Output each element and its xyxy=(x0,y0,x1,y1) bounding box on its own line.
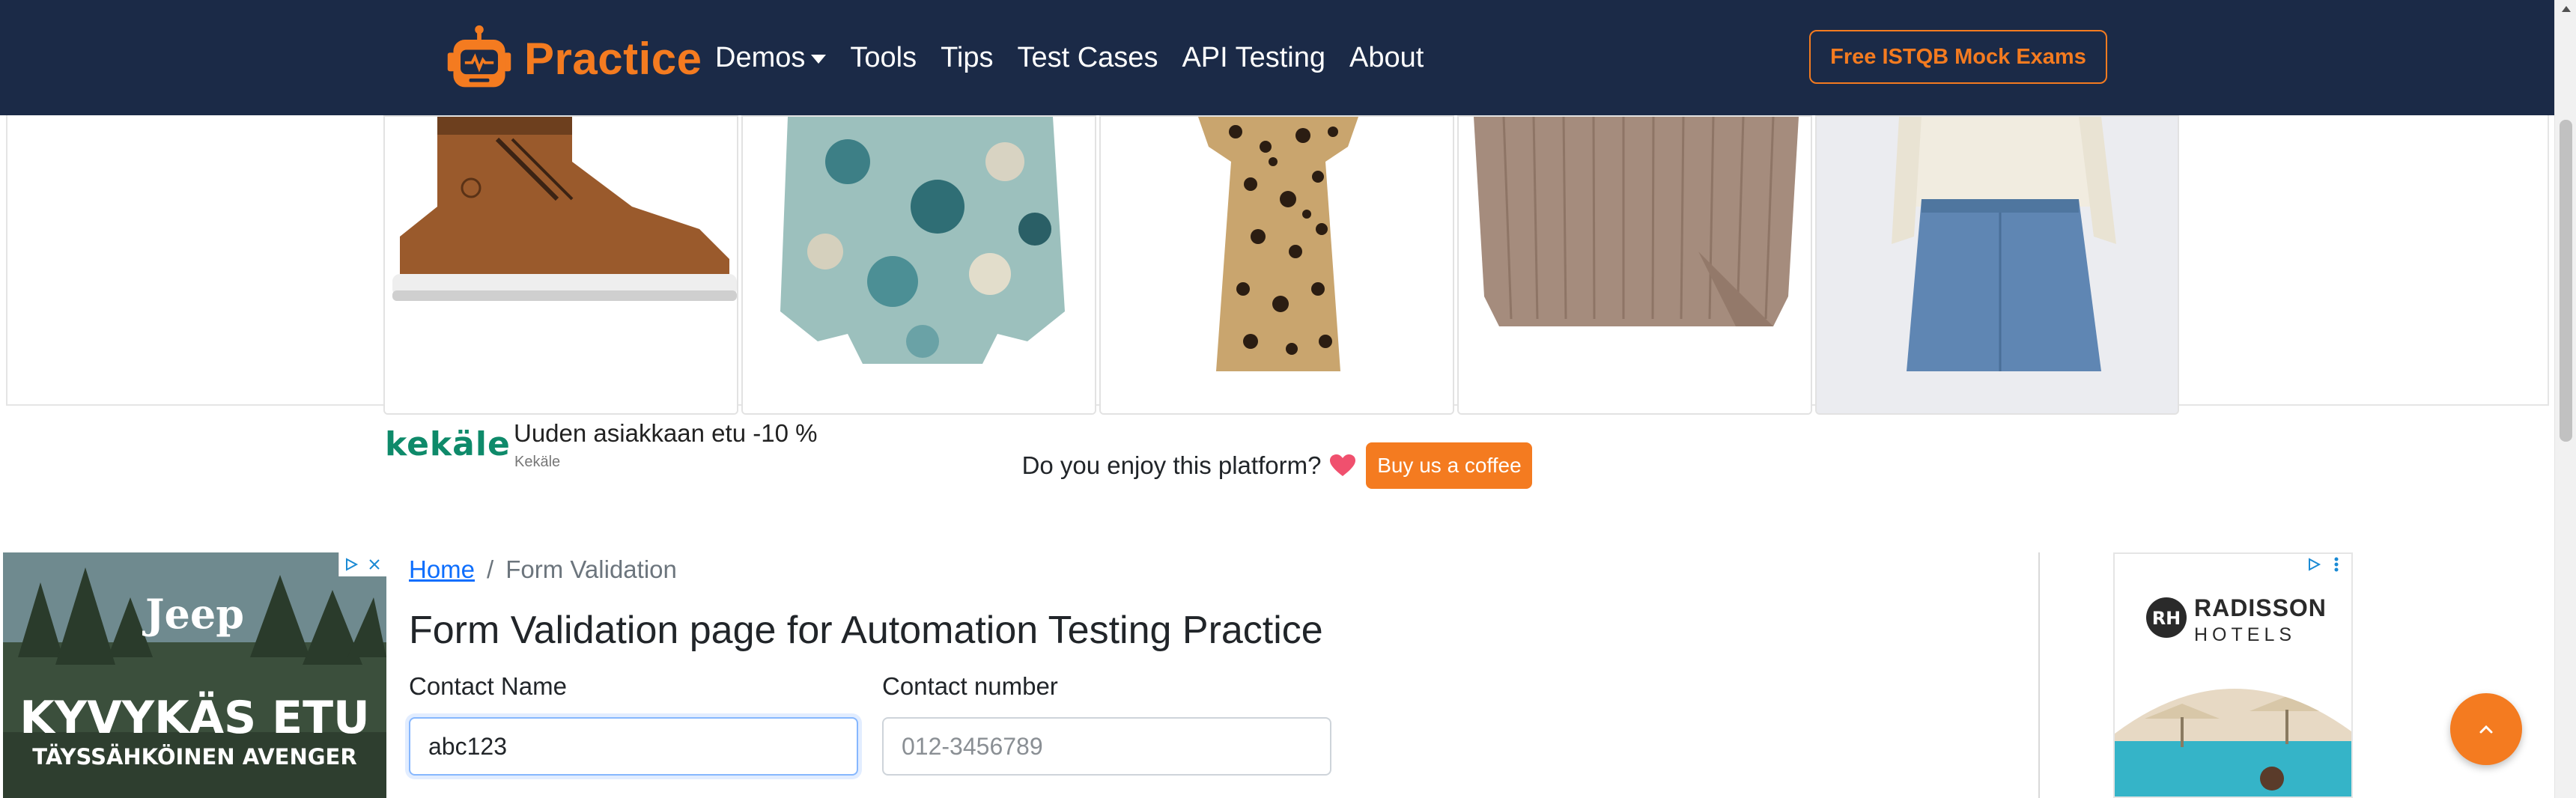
contact-number-input[interactable] xyxy=(882,717,1331,776)
product-ad-banner: kekäle Uuden asiakkaan etu -10 % Kekäle xyxy=(6,75,2549,470)
support-row: Do you enjoy this platform? Buy us a cof… xyxy=(0,442,2554,490)
robot-icon xyxy=(447,25,511,88)
pool-image xyxy=(2115,689,2351,797)
leopard-dress-image xyxy=(1101,117,1453,413)
content-divider xyxy=(2038,552,2040,798)
knit-sweater-image xyxy=(1459,117,1811,413)
ad-product-floral-blouse[interactable] xyxy=(741,115,1096,415)
breadcrumb-home-link[interactable]: Home xyxy=(409,555,475,584)
left-ad-subheadline: TÄYSSÄHKÖINEN AVENGER xyxy=(32,744,357,770)
adchoices-icon[interactable] xyxy=(338,552,362,576)
floral-blouse-image xyxy=(743,117,1095,413)
nav-tips[interactable]: Tips xyxy=(941,42,993,74)
radisson-logo-icon: RH xyxy=(2146,597,2187,638)
jeep-logo: Jeep xyxy=(145,590,245,638)
buy-coffee-button[interactable]: Buy us a coffee xyxy=(1366,442,1533,489)
radisson-brand: RADISSON xyxy=(2194,594,2327,621)
breadcrumb-separator: / xyxy=(487,555,494,583)
left-side-ad[interactable]: Jeep KYVYKÄS ETU TÄYSSÄHKÖINEN AVENGER xyxy=(3,552,386,798)
radisson-sub: HOTELS xyxy=(2194,624,2297,645)
chevron-up-icon xyxy=(2479,725,2493,734)
istqb-mock-exams-button[interactable]: Free ISTQB Mock Exams xyxy=(1809,30,2107,84)
close-ad-icon[interactable] xyxy=(362,552,386,576)
ad-product-denim-skirt[interactable] xyxy=(1815,115,2179,415)
denim-skirt-image xyxy=(1817,117,2178,413)
ad-product-knit-sweater[interactable] xyxy=(1457,115,1812,415)
page-scrollbar[interactable] xyxy=(2554,0,2576,798)
scroll-up-arrow-icon[interactable] xyxy=(2562,6,2571,12)
nav-test-cases[interactable]: Test Cases xyxy=(1017,42,1158,74)
nav-demos-dropdown[interactable]: Demos xyxy=(715,42,827,74)
contact-number-label: Contact number xyxy=(882,672,1058,700)
svg-text:RH: RH xyxy=(2152,608,2181,629)
enjoy-text: Do you enjoy this platform? xyxy=(1021,451,1322,479)
chevron-down-icon xyxy=(811,55,827,64)
heart-icon xyxy=(1330,454,1356,476)
contact-name-input[interactable] xyxy=(409,717,858,776)
breadcrumb: Home / Form Validation xyxy=(409,555,677,584)
ad-product-boot[interactable] xyxy=(383,115,738,415)
nav-api-testing[interactable]: API Testing xyxy=(1182,42,1325,74)
right-side-ad[interactable]: RH RADISSON HOTELS xyxy=(2113,552,2353,798)
scrollbar-thumb[interactable] xyxy=(2560,120,2572,442)
ad-product-leopard-dress[interactable] xyxy=(1099,115,1454,415)
boot-image xyxy=(385,117,737,413)
more-options-icon[interactable] xyxy=(2332,555,2341,573)
scroll-to-top-button[interactable] xyxy=(2450,693,2522,765)
page-title: Form Validation page for Automation Test… xyxy=(409,609,1323,652)
nav-tools[interactable]: Tools xyxy=(850,42,917,74)
contact-name-label: Contact Name xyxy=(409,672,567,700)
nav-about[interactable]: About xyxy=(1349,42,1424,74)
nav-links: Demos Tools Tips Test Cases API Testing … xyxy=(715,0,1448,115)
top-navbar: Practice Demos Tools Tips Test Cases API… xyxy=(0,0,2554,115)
brand-logo[interactable]: Practice xyxy=(443,21,702,96)
brand-name[interactable]: Practice xyxy=(524,33,702,85)
breadcrumb-current: Form Validation xyxy=(505,555,677,583)
nav-demos-label[interactable]: Demos xyxy=(715,42,805,74)
adchoices-icon[interactable] xyxy=(2306,557,2321,572)
left-ad-headline: KYVYKÄS ETU xyxy=(19,692,370,744)
